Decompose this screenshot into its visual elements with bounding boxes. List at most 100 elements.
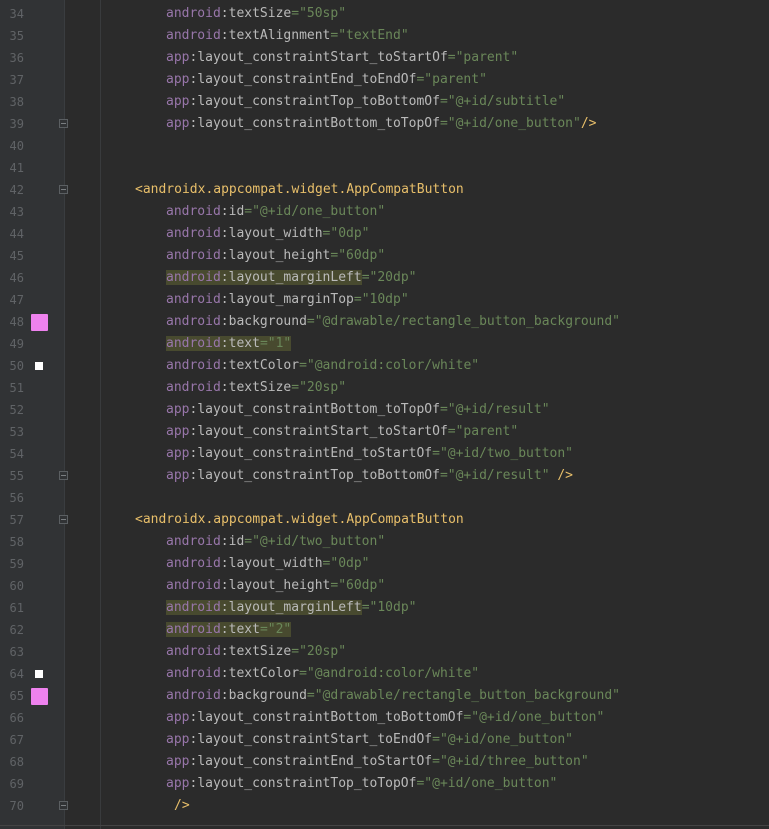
code-line[interactable]: 63 android:textSize="20sp"	[0, 641, 769, 663]
code-line[interactable]: 67 app:layout_constraintStart_toEndOf="@+…	[0, 729, 769, 751]
code-line[interactable]: 42 <androidx.appcompat.widget.AppCompatBu…	[0, 179, 769, 201]
code-line[interactable]: 69 app:layout_constraintTop_toTopOf="@+id…	[0, 773, 769, 795]
color-swatch-icon[interactable]	[35, 362, 43, 370]
code-text: app:layout_constraintStart_toStartOf="pa…	[166, 421, 518, 443]
code-text: app:layout_constraintBottom_toBottomOf="…	[166, 707, 604, 729]
code-line[interactable]: 34 android:textSize="50sp"	[0, 3, 769, 25]
code-text: app:layout_constraintEnd_toEndOf="parent…	[166, 69, 487, 91]
namespace-separator: :	[220, 666, 229, 681]
fold-marker-icon[interactable]	[59, 801, 68, 810]
xml-attribute-value: "textEnd"	[338, 28, 409, 43]
equals-sign: =	[432, 732, 440, 747]
xml-namespace: app	[166, 710, 190, 725]
xml-attribute: layout_marginTop	[228, 292, 354, 307]
code-line[interactable]: 55 app:layout_constraintTop_toBottomOf="@…	[0, 465, 769, 487]
code-line[interactable]: 66 app:layout_constraintBottom_toBottomOf…	[0, 707, 769, 729]
code-line[interactable]: 64 android:textColor="@android:color/whit…	[0, 663, 769, 685]
attribute-name: android:id	[166, 204, 244, 219]
code-line[interactable]: 48 android:background="@drawable/rectangl…	[0, 311, 769, 333]
code-text: <androidx.appcompat.widget.AppCompatButt…	[135, 179, 464, 201]
attribute-value-wrap: ="60dp"	[330, 578, 385, 593]
namespace-separator: :	[220, 644, 229, 659]
code-text: <androidx.appcompat.widget.AppCompatButt…	[135, 509, 464, 531]
code-line[interactable]: 52 app:layout_constraintBottom_toTopOf="@…	[0, 399, 769, 421]
line-number: 69	[9, 777, 24, 791]
code-text: android:layout_height="60dp"	[166, 575, 385, 597]
attribute-name: android:layout_height	[166, 248, 330, 263]
code-line[interactable]: 51 android:textSize="20sp"	[0, 377, 769, 399]
line-number: 54	[9, 447, 24, 461]
code-lines[interactable]: 34 android:textSize="50sp" 35 android:textA…	[0, 3, 769, 817]
color-swatch-icon[interactable]	[31, 314, 48, 331]
attribute-name: android:text	[166, 336, 260, 351]
code-line[interactable]: 70 />	[0, 795, 769, 817]
fold-marker-icon[interactable]	[59, 515, 68, 524]
code-line[interactable]: 40	[0, 135, 769, 157]
code-line[interactable]: 49 android:text="1"	[0, 333, 769, 355]
attribute-name: android:textSize	[166, 380, 291, 395]
xml-attribute: textSize	[228, 380, 292, 395]
fold-marker-icon[interactable]	[59, 119, 68, 128]
line-number: 67	[9, 733, 24, 747]
line-number: 60	[9, 579, 24, 593]
code-line[interactable]: 38 app:layout_constraintTop_toBottomOf="@…	[0, 91, 769, 113]
attribute-value-wrap: ="10dp"	[354, 292, 409, 307]
code-line[interactable]: 45 android:layout_height="60dp"	[0, 245, 769, 267]
code-line[interactable]: 62 android:text="2"	[0, 619, 769, 641]
code-line[interactable]: 53 app:layout_constraintStart_toStartOf="…	[0, 421, 769, 443]
editor-bottom-border	[0, 825, 769, 826]
fold-marker-icon[interactable]	[59, 471, 68, 480]
xml-attribute-value: "@+id/one_button"	[424, 776, 558, 791]
code-line[interactable]: 39 app:layout_constraintBottom_toTopOf="@…	[0, 113, 769, 135]
code-line[interactable]: 60 android:layout_height="60dp"	[0, 575, 769, 597]
xml-attribute-value: "@+id/subtitle"	[447, 94, 566, 109]
equals-sign: =	[291, 6, 300, 21]
attribute-value-wrap: ="@android:color/white"	[299, 666, 479, 681]
code-line[interactable]: 57 <androidx.appcompat.widget.AppCompatBu…	[0, 509, 769, 531]
namespace-separator: :	[220, 688, 229, 703]
code-line[interactable]: 58 android:id="@+id/two_button"	[0, 531, 769, 553]
attribute-value-wrap: ="parent"	[448, 424, 518, 439]
fold-marker-icon[interactable]	[59, 185, 68, 194]
code-line[interactable]: 46 android:layout_marginLeft="20dp"	[0, 267, 769, 289]
code-line[interactable]: 41	[0, 157, 769, 179]
code-line[interactable]: 50 android:textColor="@android:color/whit…	[0, 355, 769, 377]
xml-attribute: layout_constraintEnd_toEndOf	[197, 72, 417, 87]
xml-namespace: app	[166, 754, 190, 769]
code-editor[interactable]: 34 android:textSize="50sp" 35 android:textA…	[0, 0, 769, 829]
code-line[interactable]: 37 app:layout_constraintEnd_toEndOf="pare…	[0, 69, 769, 91]
attribute-value-wrap: ="20sp"	[291, 644, 346, 659]
xml-tag: <androidx.appcompat.widget.AppCompatButt…	[135, 512, 464, 527]
xml-attribute: textSize	[228, 6, 292, 21]
code-line[interactable]: 44 android:layout_width="0dp"	[0, 223, 769, 245]
code-line[interactable]: 47 android:layout_marginTop="10dp"	[0, 289, 769, 311]
attribute-name: app:layout_constraintEnd_toEndOf	[166, 72, 416, 87]
xml-attribute: layout_constraintStart_toStartOf	[197, 424, 448, 439]
code-line[interactable]: 56	[0, 487, 769, 509]
namespace-separator: :	[220, 270, 229, 285]
xml-tag-close: />	[549, 468, 574, 483]
xml-attribute-value: "@+id/result"	[447, 468, 550, 483]
xml-attribute: layout_marginLeft	[228, 270, 362, 285]
code-line[interactable]: 43 android:id="@+id/one_button"	[0, 201, 769, 223]
code-line[interactable]: 68 app:layout_constraintEnd_toStartOf="@+…	[0, 751, 769, 773]
namespace-separator: :	[220, 534, 229, 549]
xml-namespace: android	[166, 556, 221, 571]
equals-sign: =	[439, 94, 448, 109]
line-number: 64	[9, 667, 24, 681]
xml-attribute-value: "@+id/one_button"	[252, 204, 386, 219]
code-line[interactable]: 36 app:layout_constraintStart_toStartOf="…	[0, 47, 769, 69]
code-line[interactable]: 35 android:textAlignment="textEnd"	[0, 25, 769, 47]
color-swatch-icon[interactable]	[31, 688, 48, 705]
xml-attribute: layout_constraintTop_toBottomOf	[197, 94, 440, 109]
code-line[interactable]: 65 android:background="@drawable/rectangl…	[0, 685, 769, 707]
xml-attribute-value: "@+id/one_button"	[447, 116, 581, 131]
color-swatch-icon[interactable]	[35, 670, 43, 678]
code-line[interactable]: 61 android:layout_marginLeft="10dp"	[0, 597, 769, 619]
namespace-separator: :	[220, 380, 229, 395]
line-number: 70	[9, 799, 24, 813]
code-line[interactable]: 54 app:layout_constraintEnd_toStartOf="@+…	[0, 443, 769, 465]
xml-attribute: layout_width	[228, 226, 323, 241]
code-line[interactable]: 59 android:layout_width="0dp"	[0, 553, 769, 575]
namespace-separator: :	[220, 292, 229, 307]
